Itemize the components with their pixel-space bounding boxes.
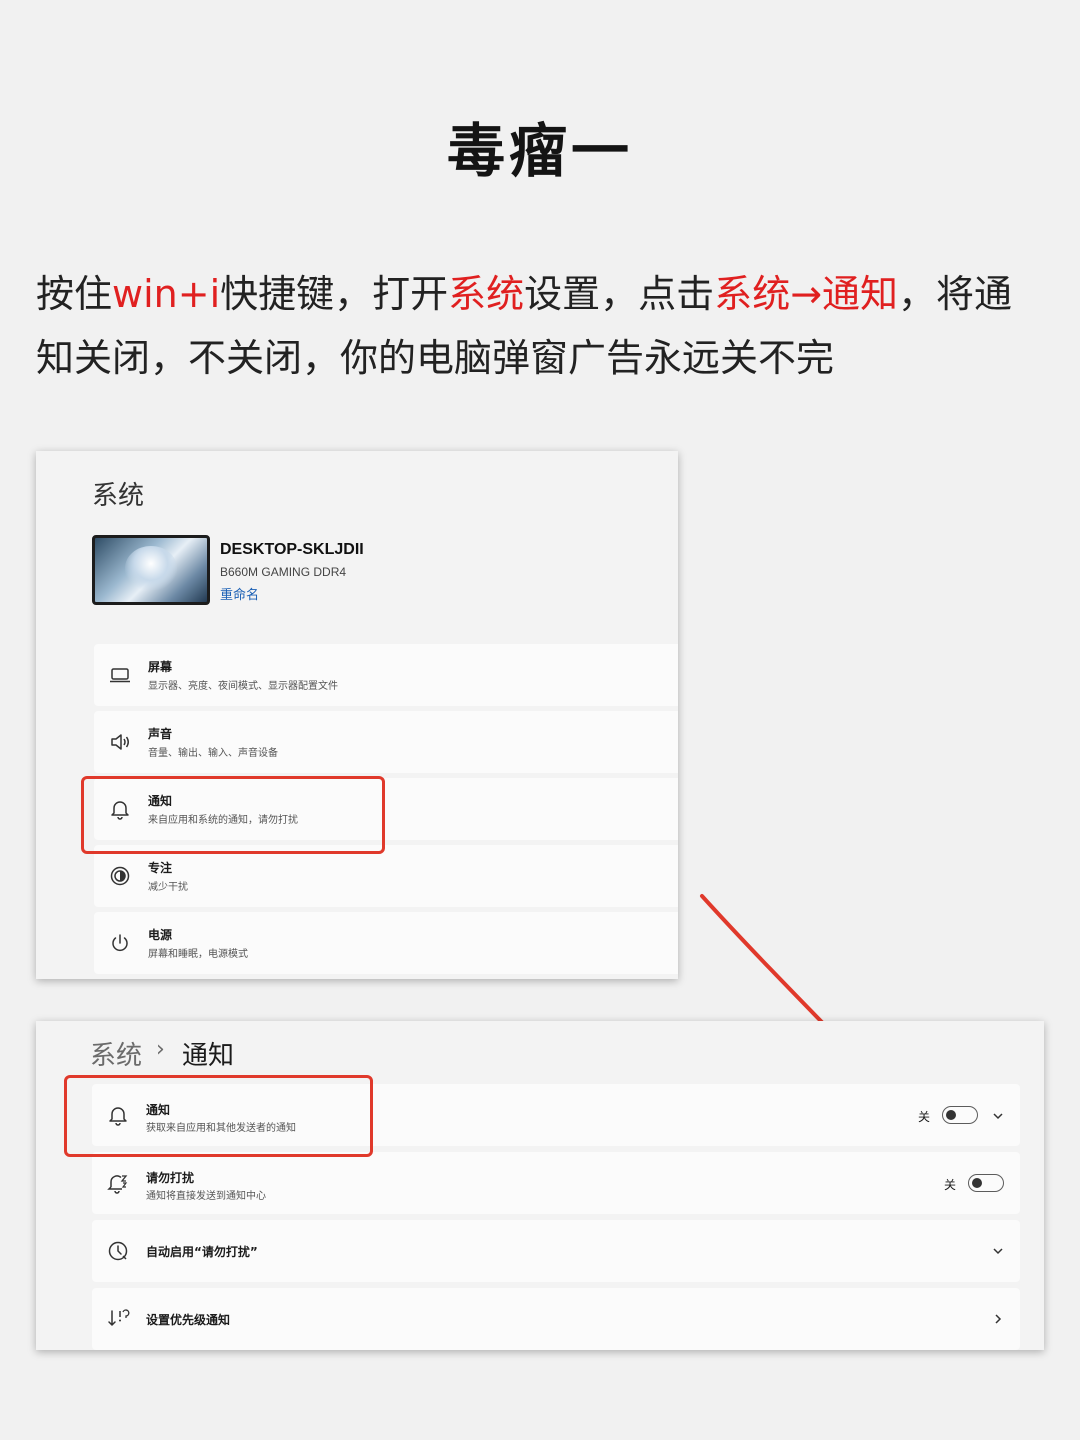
chevron-right-icon[interactable] [990, 1311, 1006, 1327]
power-icon [112, 934, 128, 952]
settings-item-sound[interactable]: 声音 音量、输出、输入、声音设备 [94, 711, 678, 773]
priority-notifications-row[interactable]: 设置优先级通知 [92, 1288, 1020, 1350]
settings-item-power[interactable]: 电源 屏幕和睡眠，电源模式 [94, 912, 678, 974]
highlight-box-notifications [81, 776, 385, 854]
do-not-disturb-toggle-switch[interactable] [968, 1174, 1004, 1192]
device-name: DESKTOP-SKLJDII [220, 541, 364, 558]
clock-icon [108, 1241, 128, 1261]
bell-snooze-icon [107, 1175, 128, 1194]
breadcrumb-separator: › [156, 1037, 165, 1062]
intro-win-key: win+i [112, 272, 221, 316]
settings-item-title: 声音 [148, 727, 173, 741]
settings-item-subtitle: 通知将直接发送到通知中心 [146, 1191, 266, 1202]
instruction-text: 按住win+i快捷键，打开系统设置，点击系统→通知，将通知关闭，不关闭，你的电脑… [36, 262, 1046, 390]
intro-part2: 快捷键，打开 [220, 272, 449, 316]
settings-item-subtitle: 音量、输出、输入、声音设备 [148, 748, 278, 759]
settings-item-subtitle: 显示器、亮度、夜间模式、显示器配置文件 [148, 681, 338, 692]
rename-link[interactable]: 重命名 [220, 584, 259, 603]
device-model: B660M GAMING DDR4 [220, 565, 347, 579]
settings-item-display[interactable]: 屏幕 显示器、亮度、夜间模式、显示器配置文件 [94, 644, 678, 706]
highlight-box-notifications-toggle [64, 1075, 373, 1157]
display-icon [110, 668, 130, 683]
priority-icon [108, 1309, 130, 1326]
settings-item-title: 屏幕 [148, 660, 173, 674]
settings-item-focus[interactable]: 专注 减少干扰 [94, 845, 678, 907]
chevron-down-icon[interactable] [990, 1108, 1006, 1124]
focus-icon [110, 866, 130, 886]
settings-item-subtitle: 屏幕和睡眠，电源模式 [148, 949, 248, 960]
toggle-state-label: 关 [944, 1178, 957, 1192]
intro-path: 系统→通知 [714, 272, 899, 316]
intro-system: 系统 [448, 272, 525, 316]
auto-dnd-row[interactable]: 自动启用“请勿打扰” [92, 1220, 1020, 1282]
settings-item-title: 设置优先级通知 [146, 1313, 231, 1327]
notifications-settings-screenshot: 系统 › 通知 通知 获取来自应用和其他发送者的通知 关 请勿打扰 通知将直接发… [36, 1021, 1044, 1350]
page-title: 毒瘤一 [446, 117, 633, 185]
intro-part1: 按住 [36, 272, 113, 316]
breadcrumb-parent[interactable]: 系统 [90, 1035, 142, 1072]
settings-item-title: 电源 [148, 928, 173, 942]
settings-item-title: 自动启用“请勿打扰” [146, 1245, 258, 1259]
system-heading: 系统 [92, 481, 145, 511]
settings-item-subtitle: 减少干扰 [148, 882, 188, 893]
settings-item-title: 请勿打扰 [146, 1171, 195, 1185]
toggle-state-label: 关 [918, 1110, 931, 1124]
notifications-toggle-switch[interactable] [942, 1106, 978, 1124]
breadcrumb-current: 通知 [182, 1041, 235, 1071]
speaker-icon [111, 734, 129, 750]
do-not-disturb-row[interactable]: 请勿打扰 通知将直接发送到通知中心 关 [92, 1152, 1020, 1214]
intro-part3: 设置，点击 [524, 272, 715, 316]
system-settings-screenshot: 系统 DESKTOP-SKLJDII B660M GAMING DDR4 重命名… [36, 451, 678, 979]
device-wallpaper-thumbnail [92, 535, 210, 605]
chevron-down-icon[interactable] [990, 1243, 1006, 1259]
settings-item-title: 专注 [148, 861, 173, 875]
